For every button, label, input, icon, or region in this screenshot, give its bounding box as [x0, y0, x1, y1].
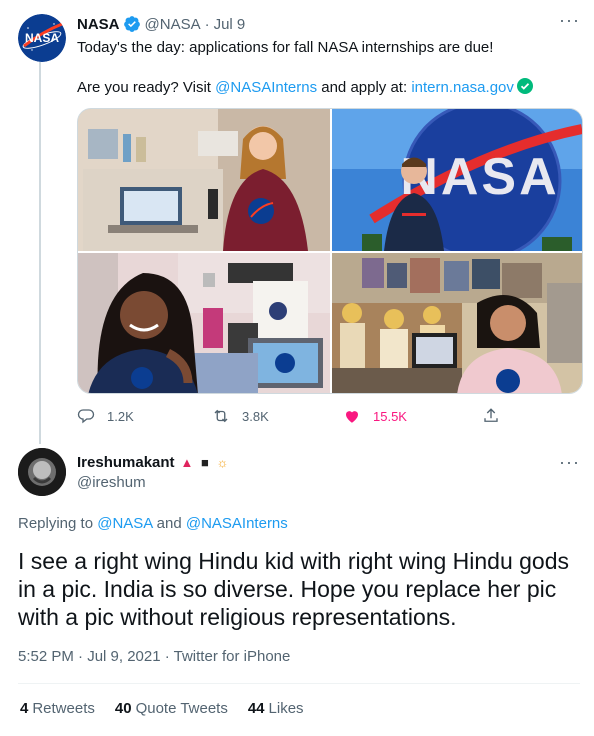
retweet-icon: [214, 409, 228, 423]
share-icon: [484, 408, 498, 422]
tweet-text-prefix: Are you ready? Visit: [77, 79, 216, 96]
tweet-text-line2: Are you ready? Visit @NASAInterns and ap…: [77, 78, 533, 98]
heart-icon: [346, 411, 358, 423]
photo-intern-shrine[interactable]: [332, 253, 582, 393]
reply-timestamp[interactable]: 5:52 PM · Jul 9, 2021 · Twitter for iPho…: [18, 648, 290, 665]
user-avatar[interactable]: [18, 448, 66, 496]
like-count: 15.5K: [373, 408, 407, 424]
tweet-date[interactable]: Jul 9: [214, 16, 246, 33]
photo-intern-nasa-globe[interactable]: NASA: [332, 109, 582, 251]
verified-badge-icon: [123, 15, 141, 33]
author-name[interactable]: NASA: [77, 16, 120, 33]
reply-icon: [77, 409, 95, 424]
reply-handle[interactable]: @ireshum: [77, 474, 146, 491]
green-check-icon: [516, 78, 533, 94]
retweet-button[interactable]: 3.8K: [212, 404, 269, 428]
reply-author-name[interactable]: Ireshumakant: [77, 454, 175, 471]
more-options-icon[interactable]: ···: [559, 10, 580, 31]
likes-label: Likes: [268, 700, 304, 717]
nasa-avatar[interactable]: NASA: [18, 14, 66, 62]
name-emojis: ▲ ■ ☼: [181, 455, 231, 470]
mention-link[interactable]: @NASAInterns: [215, 79, 317, 96]
replying-mention-nasa[interactable]: @NASA: [97, 515, 152, 532]
retweet-count: 3.8K: [242, 408, 269, 424]
likes-stat[interactable]: 44 Likes: [248, 700, 304, 717]
quotes-label: Quote Tweets: [135, 700, 228, 717]
black-square-icon: ■: [201, 455, 211, 470]
retweets-label: Retweets: [32, 700, 95, 717]
divider: [18, 683, 580, 684]
replying-prefix: Replying to: [18, 515, 98, 532]
replying-mention-interns[interactable]: @NASAInterns: [186, 515, 288, 532]
quote-tweets-stat[interactable]: 40 Quote Tweets: [115, 700, 228, 717]
reply-stats: 4 Retweets 40 Quote Tweets 44 Likes: [20, 700, 324, 717]
reply-more-options-icon[interactable]: ···: [559, 452, 580, 473]
replying-and: and: [152, 515, 186, 532]
reply-body: I see a right wing Hindu kid with right …: [18, 548, 570, 630]
tweet-text-line1: Today's the day: applications for fall N…: [77, 39, 494, 56]
quotes-count: 40: [114, 700, 132, 717]
retweets-stat[interactable]: 4 Retweets: [20, 700, 95, 717]
tweet-actions: 1.2K 3.8K 15.5K: [77, 404, 507, 428]
photo-intern-desk[interactable]: [78, 109, 330, 251]
separator-dot: ·: [204, 15, 210, 33]
svg-text:NASA: NASA: [25, 31, 59, 45]
share-button[interactable]: [482, 404, 512, 428]
like-button[interactable]: 15.5K: [343, 404, 407, 428]
red-triangle-icon: ▲: [180, 455, 196, 470]
tweet-text-mid: and apply at:: [317, 79, 412, 96]
reply-count: 1.2K: [107, 408, 134, 424]
reply-author: Ireshumakant ▲ ■ ☼: [77, 454, 230, 471]
replying-to: Replying to @NASA and @NASAInterns: [18, 515, 288, 532]
tweet-header: NASA @NASA · Jul 9: [77, 14, 580, 34]
media-grid[interactable]: NASA: [77, 108, 583, 394]
thread-line: [39, 62, 41, 444]
retweets-count: 4: [20, 700, 29, 717]
reply-button[interactable]: 1.2K: [77, 404, 134, 428]
url-link[interactable]: intern.nasa.gov: [411, 79, 514, 96]
sun-icon: ☼: [216, 455, 231, 470]
likes-count: 44: [247, 700, 265, 717]
photo-intern-smiling[interactable]: [78, 253, 330, 393]
author-handle[interactable]: @NASA: [145, 16, 201, 33]
